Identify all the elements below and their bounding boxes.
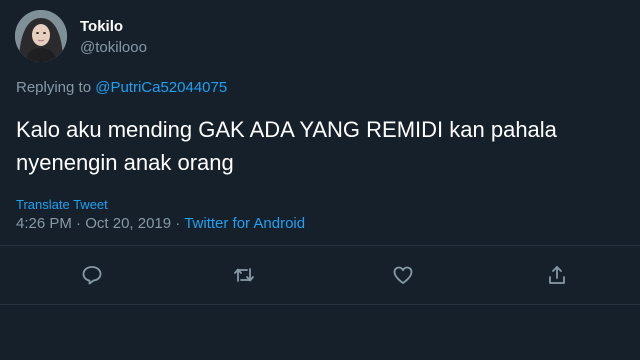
- translate-tweet-link[interactable]: Translate Tweet: [16, 197, 108, 212]
- divider: [0, 304, 640, 305]
- display-name[interactable]: Tokilo: [80, 18, 147, 36]
- reply-icon: [82, 266, 102, 285]
- replying-to-label: Replying to: [16, 79, 92, 96]
- tweet-meta: 4:26 PM · Oct 20, 2019 · Twitter for And…: [16, 215, 305, 232]
- author-info[interactable]: Tokilo @tokilooo: [80, 18, 147, 57]
- share-icon: [549, 266, 565, 284]
- retweet-button[interactable]: [232, 263, 256, 287]
- share-button[interactable]: [545, 263, 569, 287]
- tweet-time[interactable]: 4:26 PM: [16, 215, 72, 232]
- divider: [0, 245, 640, 246]
- replying-to: Replying to @PutriCa52044075: [16, 79, 227, 96]
- tweet-date[interactable]: Oct 20, 2019: [85, 215, 171, 232]
- tweet-source-link[interactable]: Twitter for Android: [184, 215, 305, 232]
- meta-separator: ·: [175, 215, 181, 232]
- tweet-detail: Tokilo @tokilooo Replying to @PutriCa520…: [0, 0, 640, 360]
- like-button[interactable]: [391, 263, 415, 287]
- tweet-actions: [0, 255, 640, 295]
- user-handle[interactable]: @tokilooo: [80, 39, 147, 57]
- reply-button[interactable]: [80, 263, 104, 287]
- like-icon: [393, 266, 413, 284]
- avatar-photo: [15, 10, 67, 62]
- meta-separator: ·: [76, 215, 82, 232]
- avatar[interactable]: [15, 10, 67, 62]
- tweet-text: Kalo aku mending GAK ADA YANG REMIDI kan…: [16, 117, 557, 175]
- reply-mention-link[interactable]: @PutriCa52044075: [95, 79, 227, 96]
- retweet-icon: [234, 268, 254, 282]
